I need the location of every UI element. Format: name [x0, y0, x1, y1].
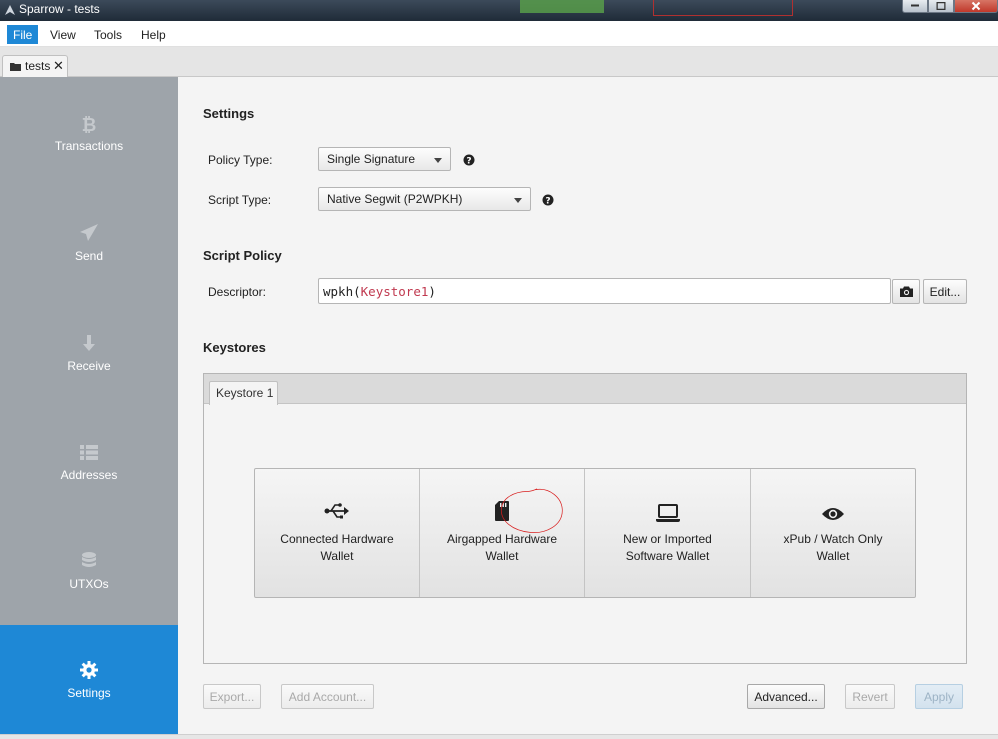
connected-hardware-wallet-button[interactable]: Connected Hardware Wallet	[255, 469, 419, 597]
wallet-tab-strip: tests ✕	[0, 47, 998, 77]
tab-keystore-1[interactable]: Keystore 1	[209, 381, 278, 405]
arrow-down-icon	[83, 335, 95, 351]
option-label: Connected Hardware Wallet	[280, 532, 394, 563]
settings-panel: Settings Policy Type: Single Signature ?…	[178, 77, 998, 734]
sidebar-item-label: UTXOs	[69, 577, 109, 591]
sidebar-item-utxos[interactable]: UTXOs	[0, 515, 178, 624]
sidebar-item-settings[interactable]: Settings	[0, 625, 178, 734]
descriptor-suffix: )	[428, 284, 436, 299]
keystore-tab-header: Keystore 1	[204, 374, 966, 405]
settings-heading: Settings	[203, 106, 255, 121]
chevron-down-icon	[434, 158, 442, 163]
sidebar-item-label: Settings	[67, 686, 111, 700]
camera-icon	[900, 286, 913, 297]
sidebar-item-addresses[interactable]: Addresses	[0, 406, 178, 515]
wallet-tab-label: tests	[25, 59, 51, 73]
sparrow-app-icon	[5, 5, 15, 15]
minimize-icon	[911, 4, 919, 7]
option-label: New or Imported Software Wallet	[623, 532, 712, 563]
export-button[interactable]: Export...	[203, 684, 261, 709]
eye-icon	[822, 508, 844, 520]
wallet-tab-tests[interactable]: tests ✕	[2, 55, 68, 77]
script-type-value: Native Segwit (P2WPKH)	[327, 192, 463, 206]
script-type-select[interactable]: Native Segwit (P2WPKH)	[318, 187, 531, 211]
new-or-imported-software-wallet-button[interactable]: New or Imported Software Wallet	[584, 469, 750, 597]
scan-qr-button[interactable]	[892, 279, 920, 304]
policy-type-label: Policy Type:	[208, 153, 273, 167]
sidebar-item-send[interactable]: Send	[0, 187, 178, 296]
sidebar-item-label: Send	[74, 249, 104, 263]
close-icon	[971, 1, 981, 11]
keystore-tab-label: Keystore 1	[216, 386, 274, 400]
wallet-folder-icon	[10, 63, 21, 71]
minimize-button[interactable]	[902, 0, 928, 13]
script-type-label: Script Type:	[208, 193, 272, 207]
descriptor-label: Descriptor:	[208, 285, 267, 299]
coins-icon	[82, 552, 96, 567]
keystores-heading: Keystores	[203, 340, 266, 355]
chevron-down-icon	[514, 198, 522, 203]
sidebar-item-label: Receive	[67, 359, 111, 373]
advanced-button[interactable]: Advanced...	[747, 684, 825, 709]
list-icon	[80, 445, 98, 460]
menu-file[interactable]: File	[7, 25, 39, 44]
edit-descriptor-button[interactable]: Edit...	[923, 279, 967, 304]
menu-view[interactable]: View	[44, 25, 82, 44]
help-icon[interactable]: ?	[542, 194, 554, 206]
gear-icon	[80, 661, 98, 679]
sidebar: ₿ Transactions Send Receive Addresses UT…	[0, 77, 178, 734]
xpub-watch-only-wallet-button[interactable]: xPub / Watch Only Wallet	[750, 469, 915, 597]
option-label: Airgapped Hardware Wallet	[446, 532, 558, 563]
window-title: Sparrow - tests	[19, 2, 100, 16]
menu-tools[interactable]: Tools	[88, 25, 128, 44]
help-icon[interactable]: ?	[463, 154, 475, 166]
usb-icon	[324, 503, 349, 519]
descriptor-prefix: wpkh(	[323, 284, 361, 299]
sidebar-item-receive[interactable]: Receive	[0, 297, 178, 406]
policy-type-select[interactable]: Single Signature	[318, 147, 451, 171]
airgapped-hardware-wallet-button[interactable]: Airgapped Hardware Wallet	[419, 469, 584, 597]
maximize-button[interactable]	[928, 0, 954, 13]
apply-button[interactable]: Apply	[915, 684, 963, 709]
sidebar-item-transactions[interactable]: ₿ Transactions	[0, 77, 178, 186]
window-title-bar: Sparrow - tests	[0, 0, 998, 21]
sd-card-icon	[495, 501, 509, 521]
background-window-fragment	[653, 0, 793, 16]
option-label: xPub / Watch Only Wallet	[783, 532, 883, 563]
sidebar-item-label: Transactions	[54, 139, 124, 153]
keystore-source-options: Connected Hardware Wallet Airgapped Hard…	[254, 468, 916, 598]
descriptor-keystore-ref: Keystore1	[360, 284, 429, 299]
add-account-button[interactable]: Add Account...	[281, 684, 374, 709]
sidebar-item-label: Addresses	[60, 468, 118, 482]
script-policy-heading: Script Policy	[203, 248, 282, 263]
svg-text:?: ?	[466, 157, 471, 167]
menu-bar: File View Tools Help	[0, 21, 998, 47]
laptop-icon	[655, 504, 680, 522]
policy-type-value: Single Signature	[327, 152, 416, 166]
close-window-button[interactable]	[954, 0, 998, 13]
tab-close-icon[interactable]: ✕	[53, 58, 64, 74]
maximize-icon	[936, 2, 946, 10]
revert-button[interactable]: Revert	[845, 684, 895, 709]
keystore-tab-pane: Keystore 1 Connected Hardware Wallet Air…	[203, 373, 967, 664]
svg-text:?: ?	[545, 197, 550, 207]
svg-text:₿: ₿	[82, 115, 97, 134]
status-bar	[0, 734, 998, 739]
descriptor-input[interactable]: wpkh(Keystore1)	[318, 278, 891, 304]
paper-plane-icon	[80, 224, 98, 241]
bitcoin-icon: ₿	[82, 115, 97, 134]
background-window-fragment	[520, 0, 604, 13]
menu-help[interactable]: Help	[135, 25, 172, 44]
